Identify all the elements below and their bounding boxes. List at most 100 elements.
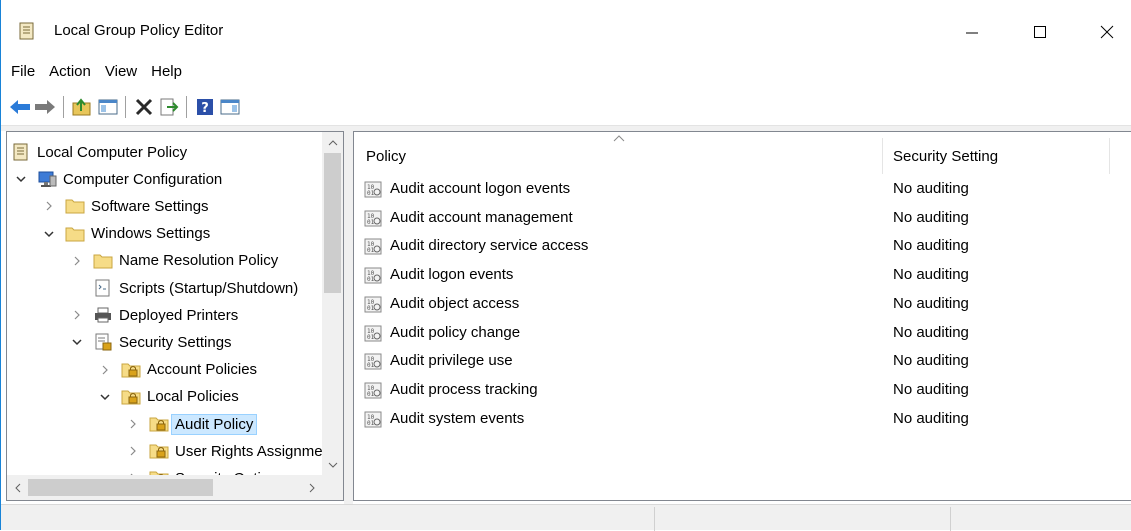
back-button[interactable]	[9, 96, 31, 118]
collapsed-chevron-icon[interactable]	[99, 364, 111, 376]
tree-expander[interactable]	[69, 336, 85, 348]
expanded-chevron-icon[interactable]	[71, 336, 83, 348]
policy-setting-icon: 1001	[364, 210, 382, 227]
collapsed-chevron-icon[interactable]	[71, 255, 83, 267]
policy-name: Audit object access	[390, 294, 520, 312]
minimize-button[interactable]	[949, 14, 995, 50]
tree-expander[interactable]	[69, 255, 85, 267]
tree-item[interactable]: Deployed Printers	[69, 302, 238, 328]
tree-item[interactable]: Audit Policy	[125, 411, 258, 437]
tree-expander[interactable]	[41, 200, 57, 212]
collapsed-chevron-icon[interactable]	[127, 445, 139, 457]
tree-horizontal-scrollbar[interactable]	[7, 475, 322, 500]
tree-item-label: Name Resolution Policy	[119, 252, 279, 270]
tree-item[interactable]: Name Resolution Policy	[69, 248, 278, 274]
scroll-right-icon[interactable]	[301, 475, 322, 500]
secure-folder-icon	[121, 361, 141, 379]
export-list-button[interactable]	[158, 96, 180, 118]
column-header-security-setting[interactable]: Security Setting	[893, 148, 998, 165]
collapsed-chevron-icon[interactable]	[71, 309, 83, 321]
policy-security-setting: No auditing	[893, 352, 969, 370]
policy-row[interactable]: 10 01 Audit policy change No auditing	[354, 319, 1131, 348]
scroll-down-icon[interactable]	[322, 454, 343, 475]
policy-setting-icon: 1001	[364, 325, 382, 341]
tree-item[interactable]: Security Settings	[69, 329, 232, 355]
policy-row[interactable]: 10 01 Audit system events No auditing	[354, 405, 1131, 434]
tree-vertical-scroll-thumb[interactable]	[324, 153, 341, 293]
tree-item[interactable]: Scripts (Startup/Shutdown)	[69, 275, 298, 301]
menu-help[interactable]: Help	[151, 60, 182, 86]
policy-row[interactable]: 10 01 Audit account logon events No auditin…	[354, 175, 1131, 204]
delete-button[interactable]	[133, 96, 155, 118]
expanded-chevron-icon[interactable]	[15, 173, 27, 185]
tree-expander[interactable]	[69, 309, 85, 321]
close-button[interactable]	[1084, 14, 1130, 50]
tree-expander[interactable]	[125, 445, 141, 457]
pane-splitter[interactable]	[344, 126, 353, 504]
policy-name: Audit logon events	[390, 266, 514, 284]
scroll-up-icon[interactable]	[322, 132, 343, 153]
policy-row[interactable]: 10 01 Audit privilege use No auditing	[354, 347, 1131, 376]
tree-item[interactable]: Account Policies	[97, 357, 257, 383]
policy-setting-icon: 1001	[364, 267, 382, 284]
policy-row[interactable]: 10 01 Audit account management No auditing	[354, 204, 1131, 233]
maximize-button[interactable]	[1017, 14, 1063, 50]
policy-security-setting: No auditing	[893, 409, 969, 427]
expanded-chevron-icon[interactable]	[43, 228, 55, 240]
menu-file[interactable]: File	[11, 60, 35, 86]
column-header-policy[interactable]: Policy	[366, 148, 406, 165]
policy-name: Audit process tracking	[390, 380, 538, 398]
policy-row[interactable]: 10 01 Audit directory service access No aud…	[354, 232, 1131, 261]
svg-text:01: 01	[367, 276, 375, 283]
policy-row[interactable]: 10 01 Audit process tracking No auditing	[354, 376, 1131, 405]
help-button[interactable]: ?	[194, 96, 216, 118]
policy-setting-icon: 1001	[364, 411, 382, 428]
menu-bar: File Action View Help	[1, 60, 186, 86]
tree-item[interactable]: Software Settings	[41, 193, 209, 219]
policy-name: Audit account management	[390, 208, 573, 226]
show-action-pane-button[interactable]	[219, 96, 241, 118]
policy-row[interactable]: 10 01 Audit object access No auditing	[354, 290, 1131, 319]
forward-button[interactable]	[34, 96, 56, 118]
tree-expander[interactable]	[97, 364, 113, 376]
status-divider	[950, 507, 951, 531]
column-divider[interactable]	[882, 138, 883, 174]
tree-item[interactable]: Local Computer Policy	[11, 139, 187, 165]
svg-text:01: 01	[367, 362, 375, 369]
scroll-left-icon[interactable]	[7, 475, 28, 500]
tree-item[interactable]: Windows Settings	[41, 221, 210, 247]
tree-expander[interactable]	[41, 228, 57, 240]
tree-horizontal-scroll-thumb[interactable]	[28, 479, 213, 496]
tree-item[interactable]: User Rights Assignment	[125, 438, 335, 464]
column-divider[interactable]	[1109, 138, 1110, 174]
tree-vertical-scrollbar[interactable]	[322, 132, 343, 475]
menu-action[interactable]: Action	[49, 60, 91, 86]
title-bar[interactable]: Local Group Policy Editor	[1, 0, 1131, 62]
export-list-icon	[160, 98, 179, 116]
policy-setting-icon: 1001	[364, 238, 382, 255]
svg-text:01: 01	[367, 420, 375, 427]
collapsed-chevron-icon[interactable]	[127, 418, 139, 430]
close-icon	[1100, 25, 1114, 39]
tree-item-label: Computer Configuration	[63, 170, 223, 188]
secure-folder-icon	[149, 415, 169, 433]
collapsed-chevron-icon[interactable]	[43, 200, 55, 212]
policy-doc-icon	[11, 143, 31, 161]
tree-item-label: Local Computer Policy	[37, 143, 188, 161]
policy-security-setting: No auditing	[893, 208, 969, 226]
tree-expander[interactable]	[97, 391, 113, 403]
tree-item[interactable]: Local Policies	[97, 384, 239, 410]
up-one-level-button[interactable]	[71, 96, 93, 118]
show-hide-tree-button[interactable]	[97, 96, 119, 118]
script-icon	[93, 279, 113, 297]
menu-view[interactable]: View	[105, 60, 137, 86]
tree-item[interactable]: Computer Configuration	[13, 166, 222, 192]
expanded-chevron-icon[interactable]	[99, 391, 111, 403]
policy-row[interactable]: 10 01 Audit logon events No auditing	[354, 261, 1131, 290]
folder-icon	[65, 225, 85, 243]
sort-ascending-icon	[613, 135, 625, 142]
policy-name: Audit system events	[390, 409, 525, 427]
tree-expander[interactable]	[125, 418, 141, 430]
tree-expander[interactable]	[13, 173, 29, 185]
policy-list: Policy Security Setting 10 01 Audit accoun…	[353, 131, 1131, 501]
